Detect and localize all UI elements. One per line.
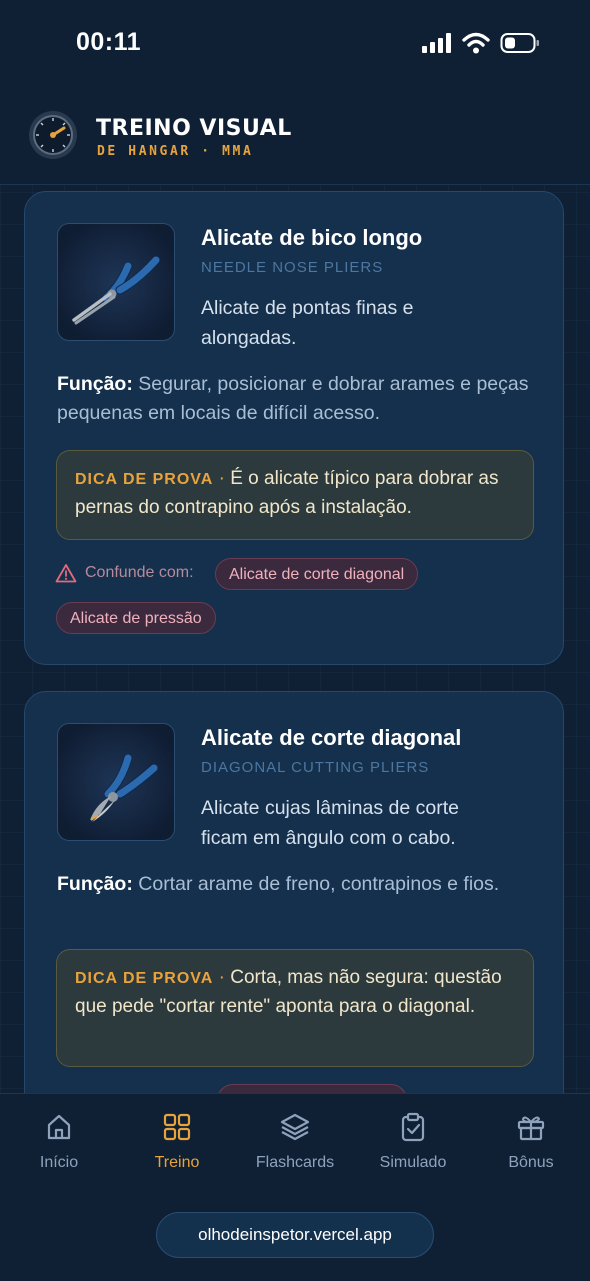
nav-label: Início — [39, 1154, 79, 1171]
function-label: Função: — [57, 373, 133, 395]
nav-label: Simulado — [379, 1154, 447, 1171]
confuse-chip[interactable]: Alicate de pressão — [56, 602, 216, 634]
needle-nose-pliers-icon — [72, 255, 161, 325]
tool-english-name: NEEDLE NOSE PLIERS — [201, 259, 384, 276]
status-icons — [422, 32, 540, 54]
battery-icon — [500, 33, 539, 53]
brand-subtitle: DE HANGAR · MMA — [97, 144, 254, 159]
tip-separator: · — [218, 967, 225, 988]
tool-card: Alicate de corte diagonal DIAGONAL CUTTI… — [24, 691, 564, 1093]
grid-icon — [163, 1113, 191, 1141]
function-text: Cortar arame de freno, contrapinos e fio… — [138, 873, 500, 895]
tool-card: Alicate de bico longo NEEDLE NOSE PLIERS… — [24, 191, 564, 665]
exam-tip: DICA DE PROVA · Corta, mas não segura: q… — [56, 949, 534, 1067]
tool-description: Alicate cujas lâminas de corte ficam em … — [201, 797, 459, 849]
tool-function: Função: Segurar, posicionar e dobrar ara… — [57, 370, 537, 428]
tip-label: DICA DE PROVA — [75, 970, 214, 987]
tool-image — [57, 723, 175, 841]
wifi-icon — [462, 32, 490, 54]
tool-name: Alicate de bico longo — [201, 225, 423, 250]
nav-item-bonus[interactable]: Bônus — [476, 1112, 586, 1172]
home-icon — [47, 1114, 71, 1140]
tool-description: Alicate de pontas finas e alongadas. — [201, 297, 414, 349]
brand-title: TREINO VISUAL — [96, 116, 292, 141]
tool-image — [57, 223, 175, 341]
nav-item-flashcards[interactable]: Flashcards — [240, 1112, 350, 1172]
gift-icon — [517, 1116, 545, 1141]
tip-label: DICA DE PROVA — [75, 471, 214, 488]
nav-item-inicio[interactable]: Início — [4, 1112, 114, 1172]
nav-label: Bônus — [508, 1154, 554, 1171]
url-bar[interactable]: olhodeinspetor.vercel.app — [156, 1212, 434, 1258]
tip-separator: · — [218, 468, 225, 489]
nav-label: Treino — [154, 1154, 200, 1171]
status-bar: 00:11 — [0, 0, 590, 88]
bottom-nav: Início Treino Flashcards Simulado Bônus … — [0, 1093, 590, 1281]
cellular-signal-icon — [422, 33, 451, 53]
confuse-chip[interactable]: Alicate de corte diagonal — [215, 558, 419, 590]
tool-english-name: DIAGONAL CUTTING PLIERS — [201, 759, 430, 776]
warning-icon — [55, 564, 77, 583]
function-label: Função: — [57, 873, 133, 895]
layers-icon — [280, 1113, 310, 1141]
tool-list[interactable]: Alicate de bico longo NEEDLE NOSE PLIERS… — [0, 185, 590, 1093]
confuse-with: Confunde com: — [55, 563, 194, 583]
gauge-logo-icon — [29, 111, 77, 159]
confuse-label: Confunde com: — [85, 564, 194, 581]
status-time: 00:11 — [76, 28, 142, 56]
tool-name: Alicate de corte diagonal — [201, 725, 462, 750]
diagonal-cutter-icon — [90, 753, 159, 822]
exam-tip: DICA DE PROVA · É o alicate típico para … — [56, 450, 534, 540]
nav-item-simulado[interactable]: Simulado — [358, 1112, 468, 1172]
clipboard-check-icon — [401, 1112, 425, 1142]
app-header: TREINO VISUAL DE HANGAR · MMA — [0, 88, 590, 185]
nav-label: Flashcards — [255, 1154, 335, 1171]
nav-item-treino[interactable]: Treino — [122, 1112, 232, 1172]
tool-function: Função: Cortar arame de freno, contrapin… — [57, 870, 537, 899]
confuse-chip-partial[interactable] — [217, 1084, 407, 1093]
